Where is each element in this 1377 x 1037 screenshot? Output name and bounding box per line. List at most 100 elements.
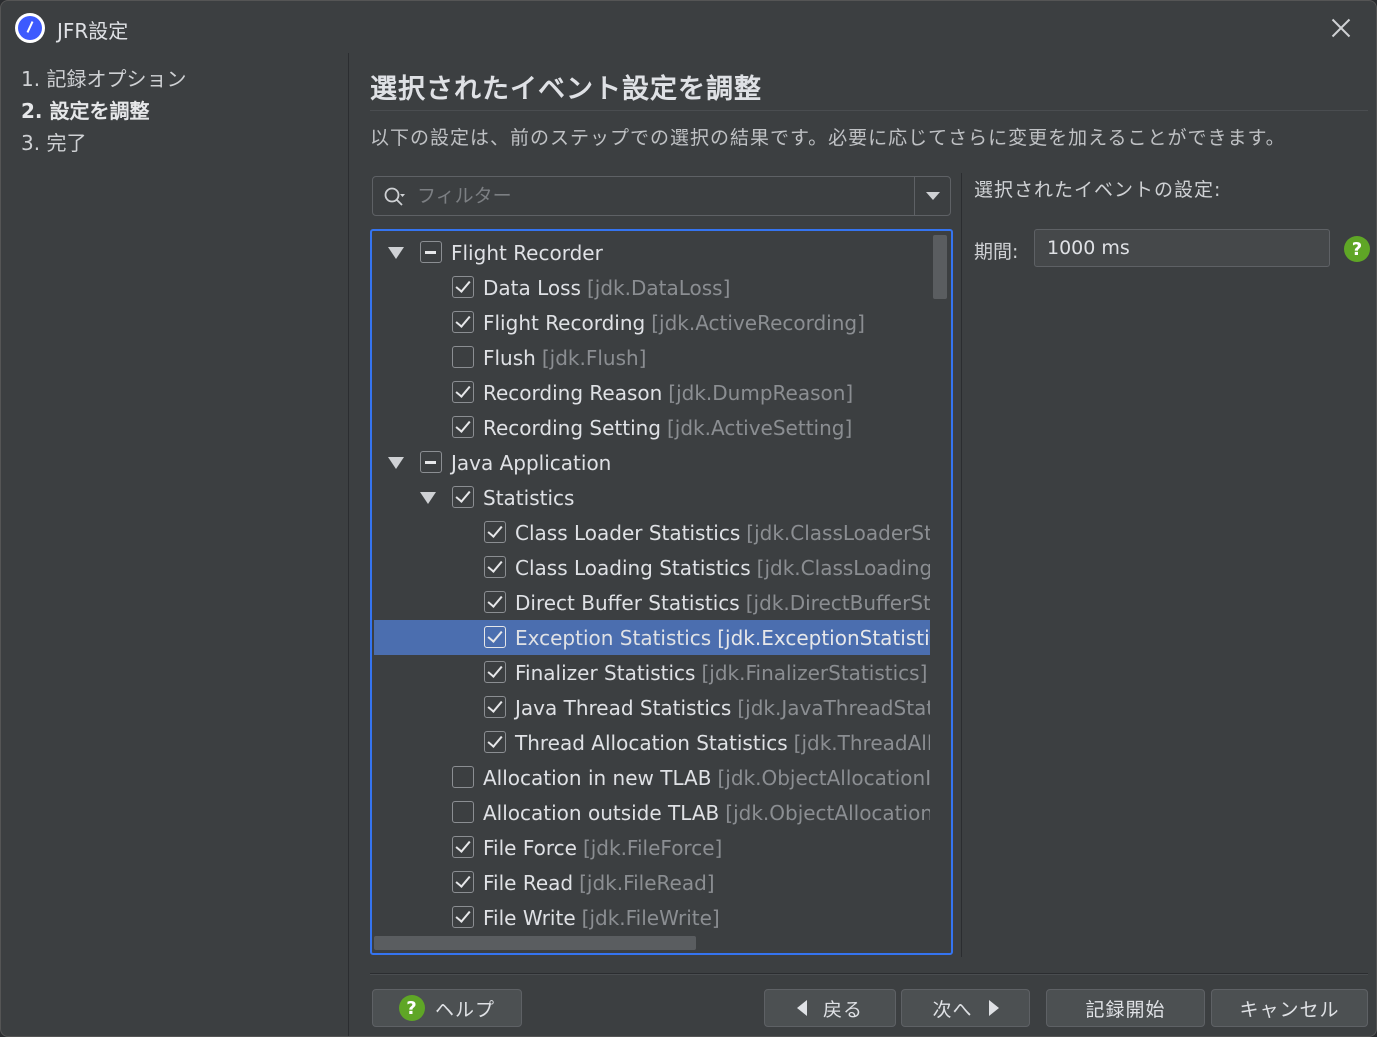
start-recording-button[interactable]: 記録開始: [1046, 989, 1205, 1027]
tree-row-label: Flush [jdk.Flush]: [483, 346, 646, 370]
tree-checkbox[interactable]: [484, 556, 506, 578]
tree-checkbox[interactable]: [452, 486, 474, 508]
tree-checkbox[interactable]: [484, 591, 506, 613]
event-id: [jdk.FinalizerStatistics]: [701, 660, 928, 685]
tree-row-label: Class Loading Statistics [jdk.ClassLoadin…: [515, 556, 930, 580]
tree-checkbox[interactable]: [452, 906, 474, 928]
horizontal-scroll-thumb[interactable]: [374, 936, 696, 950]
tree-checkbox[interactable]: [484, 696, 506, 718]
cancel-button[interactable]: キャンセル: [1211, 989, 1368, 1027]
tree-checkbox[interactable]: [452, 311, 474, 333]
tree-checkbox[interactable]: [484, 626, 506, 648]
close-icon[interactable]: [1326, 13, 1356, 43]
event-name: Thread Allocation Statistics: [515, 730, 788, 755]
vertical-scroll-thumb[interactable]: [933, 235, 947, 299]
wizard-steps: 1. 記録オプション 2. 設定を調整 3. 完了: [1, 53, 349, 1036]
arrow-left-icon: [796, 1000, 807, 1016]
expand-arrow-icon[interactable]: [420, 492, 436, 504]
event-name: Data Loss: [483, 275, 581, 300]
event-name: File Force: [483, 835, 577, 860]
event-id: [jdk.FileRead]: [579, 870, 715, 895]
tree-row-label: Flight Recorder: [451, 241, 603, 265]
tree-row-label: File Force [jdk.FileForce]: [483, 836, 722, 860]
period-input[interactable]: [1034, 229, 1330, 267]
jfr-app-icon: [15, 13, 45, 43]
event-id: [jdk.FileWrite]: [581, 905, 720, 930]
expand-arrow-icon[interactable]: [388, 457, 404, 469]
tree-row[interactable]: File Write [jdk.FileWrite]: [374, 900, 930, 933]
expand-arrow-icon[interactable]: [388, 247, 404, 259]
filter-dropdown-button[interactable]: [914, 177, 950, 215]
tree-row[interactable]: Recording Reason [jdk.DumpReason]: [374, 375, 930, 410]
event-id: [jdk.ExceptionStatistics]: [717, 625, 930, 650]
search-icon[interactable]: [383, 186, 405, 208]
tree-row[interactable]: Finalizer Statistics [jdk.FinalizerStatis…: [374, 655, 930, 690]
jfr-settings-dialog: JFR設定 1. 記録オプション 2. 設定を調整 3. 完了 選択されたイベン…: [0, 0, 1377, 1037]
step-finish: 3. 完了: [21, 131, 87, 155]
tree-checkbox[interactable]: [484, 731, 506, 753]
tree-row[interactable]: Recording Setting [jdk.ActiveSetting]: [374, 410, 930, 445]
tree-row[interactable]: Thread Allocation Statistics [jdk.ThreadA…: [374, 725, 930, 760]
vertical-scrollbar[interactable]: [931, 233, 949, 933]
tree-row[interactable]: Flight Recorder: [374, 235, 930, 270]
back-button[interactable]: 戻る: [764, 989, 896, 1027]
tree-row[interactable]: Java Thread Statistics [jdk.JavaThreadSta…: [374, 690, 930, 725]
next-button[interactable]: 次へ: [901, 989, 1030, 1027]
tree-row[interactable]: Allocation outside TLAB [jdk.ObjectAlloca…: [374, 795, 930, 830]
tree-row[interactable]: Class Loading Statistics [jdk.ClassLoadin…: [374, 550, 930, 585]
tree-checkbox[interactable]: [484, 521, 506, 543]
title-bar: JFR設定: [1, 1, 1376, 53]
tree-row[interactable]: Exception Statistics [jdk.ExceptionStatis…: [374, 620, 930, 655]
tree-row-label: Java Thread Statistics [jdk.JavaThreadSta…: [515, 696, 930, 720]
tree-checkbox[interactable]: [420, 451, 442, 473]
tree-row[interactable]: File Read [jdk.FileRead]: [374, 865, 930, 900]
event-name: Flight Recorder: [451, 240, 603, 265]
event-name: Flight Recording: [483, 310, 646, 335]
tree-checkbox[interactable]: [452, 381, 474, 403]
tree-row-label: Class Loader Statistics [jdk.ClassLoaderS…: [515, 521, 930, 545]
divider: [370, 110, 1368, 111]
step-recording-options: 1. 記録オプション: [21, 67, 187, 91]
tree-row[interactable]: File Force [jdk.FileForce]: [374, 830, 930, 865]
tree-checkbox[interactable]: [420, 241, 442, 263]
tree-checkbox[interactable]: [452, 346, 474, 368]
event-id: [jdk.FileForce]: [582, 835, 723, 860]
tree-row[interactable]: Flush [jdk.Flush]: [374, 340, 930, 375]
tree-row[interactable]: Direct Buffer Statistics [jdk.DirectBuffe…: [374, 585, 930, 620]
event-name: Exception Statistics: [515, 625, 712, 650]
event-tree-viewport: Flight Recorder Data Loss [jdk.DataLoss] Fl…: [374, 233, 930, 933]
tree-row-label: Data Loss [jdk.DataLoss]: [483, 276, 730, 300]
next-button-label: 次へ: [932, 998, 973, 1021]
tree-checkbox[interactable]: [452, 801, 474, 823]
tree-row[interactable]: Class Loader Statistics [jdk.ClassLoaderS…: [374, 515, 930, 550]
window-title: JFR設定: [57, 19, 129, 43]
tree-checkbox[interactable]: [452, 416, 474, 438]
event-name: Class Loader Statistics: [515, 520, 741, 545]
tree-row-label: File Write [jdk.FileWrite]: [483, 906, 720, 930]
tree-row[interactable]: Allocation in new TLAB [jdk.ObjectAllocat…: [374, 760, 930, 795]
tree-row-label: Java Application: [451, 451, 611, 475]
tree-row[interactable]: Statistics: [374, 480, 930, 515]
event-id: [jdk.ObjectAllocationInN: [717, 765, 930, 790]
horizontal-scrollbar[interactable]: [374, 933, 930, 951]
event-id: [jdk.ThreadAlloca: [793, 730, 930, 755]
event-name: Class Loading Statistics: [515, 555, 751, 580]
event-id: [jdk.ClassLoaderStatisti: [746, 520, 930, 545]
filter-input[interactable]: [417, 181, 897, 211]
help-icon[interactable]: ?: [1344, 236, 1370, 262]
tree-row[interactable]: Java Application: [374, 445, 930, 480]
tree-checkbox[interactable]: [452, 871, 474, 893]
event-name: Finalizer Statistics: [515, 660, 696, 685]
tree-row-label: Thread Allocation Statistics [jdk.ThreadA…: [515, 731, 930, 755]
tree-row[interactable]: Flight Recording [jdk.ActiveRecording]: [374, 305, 930, 340]
tree-row[interactable]: Data Loss [jdk.DataLoss]: [374, 270, 930, 305]
tree-row-label: Allocation in new TLAB [jdk.ObjectAllocat…: [483, 766, 930, 790]
help-button[interactable]: ? ヘルプ: [372, 989, 522, 1027]
tree-checkbox[interactable]: [452, 276, 474, 298]
tree-checkbox[interactable]: [484, 661, 506, 683]
tree-checkbox[interactable]: [452, 766, 474, 788]
event-name: Statistics: [483, 485, 575, 510]
event-settings-title: 選択されたイベントの設定:: [974, 179, 1222, 201]
event-name: Allocation outside TLAB: [483, 800, 720, 825]
tree-checkbox[interactable]: [452, 836, 474, 858]
